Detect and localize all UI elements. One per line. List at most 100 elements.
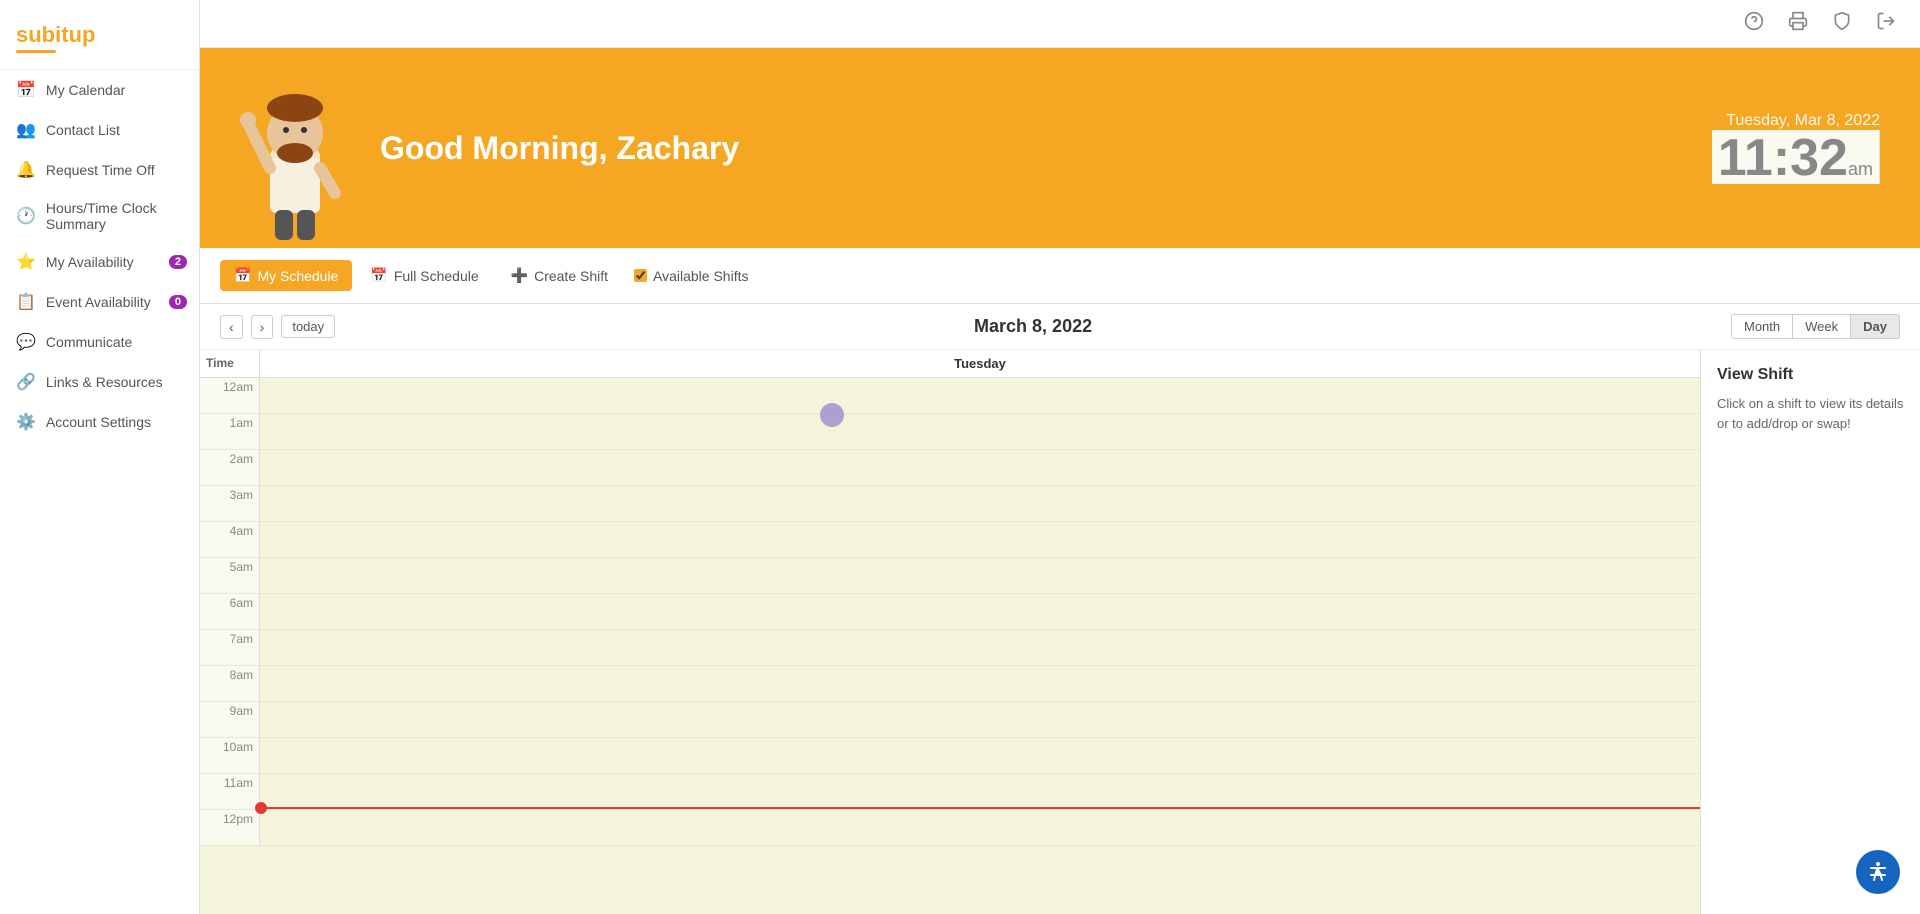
time-label: 6am	[200, 594, 260, 629]
time-label: 3am	[200, 486, 260, 521]
tab-full-schedule[interactable]: 📅 Full Schedule	[356, 260, 492, 291]
time-label: 5am	[200, 558, 260, 593]
time-row: 12pm	[200, 810, 1700, 846]
time-row: 10am	[200, 738, 1700, 774]
time-cell	[260, 594, 1700, 629]
plus-icon: ➕	[511, 267, 528, 284]
sidebar-item-label: Event Availability	[46, 294, 151, 310]
time-cell	[260, 414, 1700, 449]
view-shift-panel: View Shift Click on a shift to view its …	[1700, 350, 1920, 914]
time-cell	[260, 738, 1700, 773]
star-icon: ⭐	[16, 252, 36, 272]
time-cell	[260, 774, 1700, 809]
view-shift-title: View Shift	[1717, 366, 1904, 384]
time-label: 4am	[200, 522, 260, 557]
time-cell	[260, 702, 1700, 737]
calendar-icon: 📅	[16, 80, 36, 100]
time-label: 10am	[200, 738, 260, 773]
sidebar-item-label: Contact List	[46, 122, 120, 138]
time-cell	[260, 486, 1700, 521]
sidebar-item-communicate[interactable]: 💬 Communicate	[0, 322, 199, 362]
time-row: 12am	[200, 378, 1700, 414]
available-shifts-toggle[interactable]: Available Shifts	[634, 268, 748, 284]
sidebar-item-label: Links & Resources	[46, 374, 163, 390]
time-row: 1am	[200, 414, 1700, 450]
time-label: 12pm	[200, 810, 260, 845]
schedule-container: 📅 My Schedule 📅 Full Schedule ➕ Create S…	[200, 248, 1920, 914]
time-cell	[260, 450, 1700, 485]
sidebar-item-my-availability[interactable]: ⭐ My Availability 2	[0, 242, 199, 282]
time-row: 9am	[200, 702, 1700, 738]
shield-button[interactable]	[1832, 11, 1852, 36]
time-row: 7am	[200, 630, 1700, 666]
timeoff-icon: 🔔	[16, 160, 36, 180]
day-view-button[interactable]: Day	[1851, 314, 1900, 339]
tab-my-schedule[interactable]: 📅 My Schedule	[220, 260, 352, 291]
links-icon: 🔗	[16, 372, 36, 392]
help-button[interactable]	[1744, 11, 1764, 36]
calendar-title: March 8, 2022	[343, 316, 1723, 337]
month-view-button[interactable]: Month	[1731, 314, 1793, 339]
event-icon: 📋	[16, 292, 36, 312]
datetime-display: Tuesday, Mar 8, 2022 11:32am	[1712, 112, 1880, 184]
availability-badge: 2	[169, 255, 187, 269]
time-label: 7am	[200, 630, 260, 665]
content-area: Time Tuesday 12am1am2am3am4am5am6am7am8a…	[200, 350, 1920, 914]
sidebar-item-my-calendar[interactable]: 📅 My Calendar	[0, 70, 199, 110]
week-view-button[interactable]: Week	[1793, 314, 1851, 339]
next-day-button[interactable]: ›	[251, 315, 274, 339]
available-shifts-label: Available Shifts	[653, 268, 748, 284]
sidebar-item-label: Hours/Time Clock Summary	[46, 200, 183, 232]
time-row: 5am	[200, 558, 1700, 594]
calendar-nav: ‹ › today March 8, 2022 Month Week Day	[200, 304, 1920, 350]
time-label: 8am	[200, 666, 260, 701]
power-button[interactable]	[1876, 11, 1896, 36]
time-row: 4am	[200, 522, 1700, 558]
calendar-tab-icon: 📅	[234, 267, 251, 284]
sidebar-item-hours-time-clock[interactable]: 🕐 Hours/Time Clock Summary	[0, 190, 199, 242]
view-shift-description: Click on a shift to view its details or …	[1717, 394, 1904, 433]
communicate-icon: 💬	[16, 332, 36, 352]
logo-area: subitup	[0, 10, 199, 70]
time-cell	[260, 630, 1700, 665]
time-row: 6am	[200, 594, 1700, 630]
global-topbar	[200, 0, 1920, 48]
time-label: 2am	[200, 450, 260, 485]
sidebar: subitup 📅 My Calendar 👥 Contact List 🔔 R…	[0, 0, 200, 914]
clock-icon: 🕐	[16, 206, 36, 226]
sidebar-item-request-time-off[interactable]: 🔔 Request Time Off	[0, 150, 199, 190]
time-column-header: Time	[200, 350, 260, 377]
greeting-text: Good Morning, Zachary	[380, 130, 1712, 167]
sidebar-item-label: Communicate	[46, 334, 132, 350]
prev-day-button[interactable]: ‹	[220, 315, 243, 339]
time-cell	[260, 378, 1700, 413]
time-cell	[260, 522, 1700, 557]
sidebar-item-account-settings[interactable]: ⚙️ Account Settings	[0, 402, 199, 442]
sidebar-item-contact-list[interactable]: 👥 Contact List	[0, 110, 199, 150]
sidebar-item-label: My Availability	[46, 254, 134, 270]
available-shifts-checkbox[interactable]	[634, 269, 647, 282]
today-button[interactable]: today	[281, 315, 335, 338]
time-label: 1am	[200, 414, 260, 449]
day-column-header: Tuesday	[260, 350, 1700, 377]
view-buttons: Month Week Day	[1731, 314, 1900, 339]
sidebar-item-label: My Calendar	[46, 82, 125, 98]
time-cell	[260, 810, 1700, 845]
sidebar-item-label: Account Settings	[46, 414, 151, 430]
calendar-grid: Time Tuesday 12am1am2am3am4am5am6am7am8a…	[200, 350, 1700, 914]
event-badge: 0	[169, 295, 187, 309]
time-value: 11:32am	[1712, 130, 1880, 184]
sidebar-item-event-availability[interactable]: 📋 Event Availability 0	[0, 282, 199, 322]
print-button[interactable]	[1788, 11, 1808, 36]
tab-create-shift[interactable]: ➕ Create Shift	[497, 260, 622, 291]
sidebar-item-links-resources[interactable]: 🔗 Links & Resources	[0, 362, 199, 402]
ampm-label: am	[1848, 159, 1873, 179]
time-row: 3am	[200, 486, 1700, 522]
time-label: 12am	[200, 378, 260, 413]
contacts-icon: 👥	[16, 120, 36, 140]
accessibility-button[interactable]	[1856, 850, 1900, 894]
tabs-bar: 📅 My Schedule 📅 Full Schedule ➕ Create S…	[200, 248, 1920, 304]
calendar-tab-icon2: 📅	[370, 267, 387, 284]
right-panel: Good Morning, Zachary Tuesday, Mar 8, 20…	[200, 0, 1920, 914]
time-row: 2am	[200, 450, 1700, 486]
